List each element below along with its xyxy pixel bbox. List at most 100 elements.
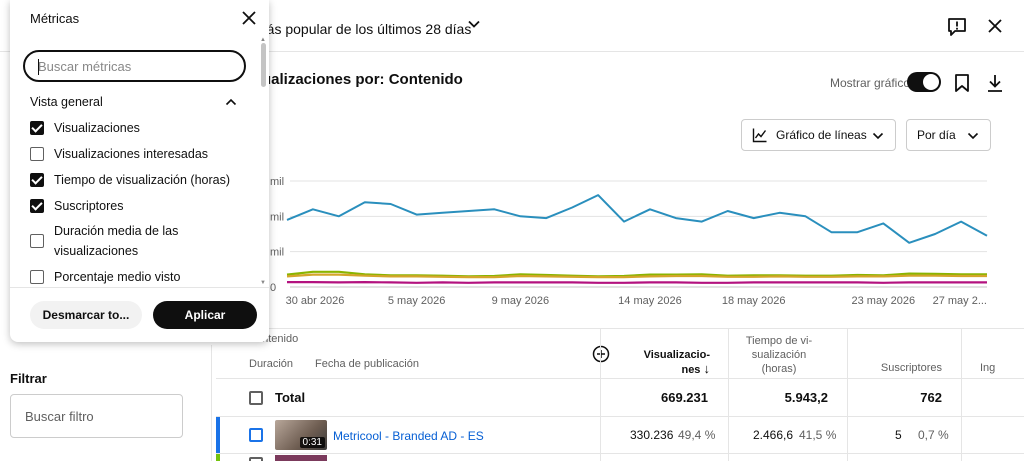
metric-label: Suscriptores: [54, 199, 124, 213]
subscribers-column-header[interactable]: Suscriptores: [848, 361, 942, 375]
x-tick-label: 9 may 2026: [492, 295, 549, 307]
feedback-icon[interactable]: [946, 16, 968, 38]
total-subscribers: 762: [920, 390, 942, 405]
row-subscribers-pct: 0,7 %: [918, 428, 949, 442]
metric-checkbox[interactable]: [30, 234, 44, 248]
duration-column-header[interactable]: Duración: [249, 358, 293, 370]
views-header-line1: Visualizacio-: [643, 349, 710, 361]
apply-button[interactable]: Aplicar: [153, 301, 257, 329]
line-chart-icon: [752, 128, 767, 143]
metric-item-engaged-views[interactable]: Visualizaciones interesadas: [30, 144, 250, 164]
row-subscribers: 5: [895, 428, 902, 442]
y-tick-label: mil: [270, 211, 284, 223]
total-watch-time: 5.943,2: [784, 390, 828, 405]
metric-checkbox[interactable]: [30, 147, 44, 161]
metric-checkbox[interactable]: [30, 199, 44, 213]
close-icon[interactable]: [241, 10, 257, 26]
show-chart-label: Mostrar gráfico: [830, 76, 911, 90]
unmark-all-button[interactable]: Desmarcar to...: [30, 301, 142, 329]
analytics-page: más popular de los últimos 28 días ualiz…: [0, 0, 1024, 461]
sort-arrow-down-icon: ↓: [703, 361, 711, 376]
x-tick-label: 14 may 2026: [618, 295, 682, 307]
watch-header-line3: (horas): [761, 363, 797, 375]
published-column-header[interactable]: Fecha de publicación: [315, 358, 419, 370]
row-divider: [216, 378, 1024, 379]
metric-label: Visualizaciones: [54, 121, 140, 135]
metric-label: Visualizaciones interesadas: [54, 147, 209, 161]
scroll-down-arrow-icon[interactable]: ▼: [260, 280, 266, 286]
chevron-up-icon[interactable]: [224, 95, 238, 109]
row-divider: [216, 453, 1024, 454]
views-header-text: nes: [681, 364, 701, 376]
chart-series-line[interactable]: [286, 194, 988, 244]
x-tick-label: 27 may 2...: [933, 295, 987, 307]
metric-label: Tiempo de visualización (horas): [54, 173, 231, 187]
chevron-down-icon: [872, 132, 884, 140]
row-checkbox[interactable]: [249, 457, 263, 461]
video-thumbnail[interactable]: [275, 455, 327, 461]
filter-title: Filtrar: [10, 371, 47, 386]
total-checkbox[interactable]: [249, 391, 263, 405]
metric-item-avg-view-duration[interactable]: Duración media de las visualizaciones: [30, 221, 220, 261]
metric-item-subscribers[interactable]: Suscriptores: [30, 196, 250, 216]
next-column-header[interactable]: Ing: [980, 361, 1024, 375]
series-color-bar: [216, 454, 220, 461]
row-views: 330.236: [630, 428, 674, 442]
x-tick-label: 30 abr 2026: [286, 295, 345, 307]
metrics-search-input[interactable]: Buscar métricas: [23, 50, 246, 82]
metric-checkbox[interactable]: [30, 121, 44, 135]
show-chart-toggle[interactable]: [907, 72, 941, 92]
row-watch-time: 2.466,6: [753, 428, 794, 442]
views-header-line2: nes ↓: [600, 362, 710, 377]
chevron-down-icon: [967, 132, 979, 140]
watch-time-column-header[interactable]: Tiempo de vi- sualización (horas): [730, 334, 828, 376]
close-icon[interactable]: [985, 16, 1005, 36]
views-column-header[interactable]: Visualizacio- nes ↓: [600, 348, 710, 377]
metric-checkbox[interactable]: [30, 270, 44, 284]
metric-item-watch-time[interactable]: Tiempo de visualización (horas): [30, 170, 250, 190]
metric-item-views[interactable]: Visualizaciones: [30, 118, 250, 138]
metrics-list: Vista general Visualizaciones Visualizac…: [10, 92, 269, 287]
toggle-knob: [923, 74, 939, 90]
row-checkbox[interactable]: [249, 428, 263, 442]
granularity-dropdown[interactable]: Por día: [906, 119, 991, 151]
metric-checkbox[interactable]: [30, 173, 44, 187]
filter-search-input[interactable]: Buscar filtro: [10, 394, 183, 438]
chart-type-label: Gráfico de líneas: [776, 128, 867, 142]
total-views: 669.231: [661, 390, 708, 405]
period-selector-label[interactable]: más popular de los últimos 28 días: [255, 21, 471, 37]
video-duration-badge: 0:31: [299, 437, 325, 448]
y-tick-label: 0: [270, 282, 276, 294]
y-tick-label: mil: [270, 247, 284, 259]
chart-type-dropdown[interactable]: Gráfico de líneas: [741, 119, 896, 151]
metrics-popover: Métricas Buscar métricas Vista general V…: [10, 0, 269, 342]
scrollbar-thumb[interactable]: [261, 43, 266, 87]
x-tick-label: 23 may 2026: [851, 295, 915, 307]
row-divider: [216, 416, 1024, 417]
metrics-search-placeholder: Buscar métricas: [38, 58, 132, 74]
y-tick-label: mil: [270, 176, 284, 188]
bookmark-icon[interactable]: [953, 73, 971, 93]
watch-header-line2: sualización: [751, 349, 807, 361]
text-cursor: [38, 59, 39, 75]
download-icon[interactable]: [986, 73, 1004, 93]
metrics-popover-title: Métricas: [30, 11, 80, 26]
section-title-overview: Vista general: [30, 95, 103, 109]
x-tick-label: 18 may 2026: [722, 295, 786, 307]
chevron-down-icon[interactable]: [466, 16, 482, 32]
total-label: Total: [275, 390, 306, 405]
video-thumbnail[interactable]: 0:31: [275, 420, 327, 450]
metric-label: Porcentaje medio visto: [54, 270, 181, 284]
x-tick-label: 5 may 2026: [388, 295, 445, 307]
column-divider: [961, 328, 962, 461]
metric-label: Duración media de las visualizaciones: [54, 224, 179, 258]
series-color-bar: [216, 417, 220, 453]
metric-item-avg-percent-viewed[interactable]: Porcentaje medio visto: [30, 267, 250, 287]
granularity-label: Por día: [917, 128, 956, 142]
row-views-pct: 49,4 %: [678, 428, 716, 442]
video-title-link[interactable]: Metricool - Branded AD - ES: [333, 429, 484, 443]
watch-header-line1: Tiempo de vi-: [745, 335, 813, 347]
chart-title: ualizaciones por: Contenido: [262, 71, 463, 88]
chart-series-line[interactable]: [287, 280, 987, 284]
line-chart: mil mil mil 0 30 abr 2026 5 may 2026 9 may 202…: [270, 176, 988, 307]
